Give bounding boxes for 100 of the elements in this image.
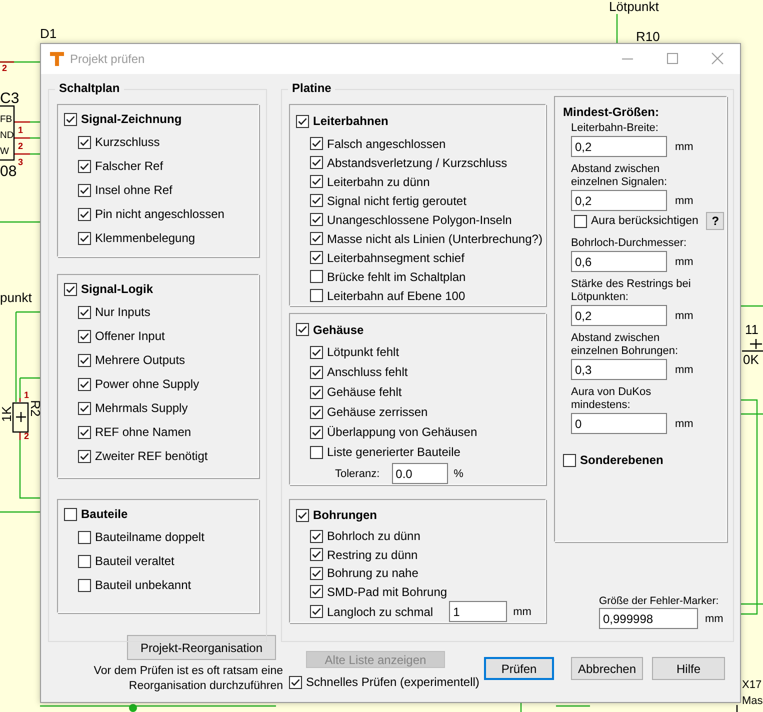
checkbox[interactable] [310, 213, 323, 226]
schematic-label: Mas [742, 696, 763, 707]
checkbox[interactable] [310, 137, 323, 150]
checkbox-label: Bauteile [81, 507, 128, 521]
input-field[interactable]: 0,2 [571, 305, 667, 326]
input-field[interactable]: 0,3 [571, 359, 667, 380]
field-label: Bohrloch-Durchmesser: [571, 237, 688, 250]
checkbox[interactable] [78, 530, 91, 544]
checkbox[interactable] [310, 566, 323, 580]
checkbox[interactable] [310, 406, 323, 418]
checkbox-label: Nur Inputs [95, 305, 150, 319]
checkbox[interactable] [310, 156, 323, 169]
checkbox[interactable] [78, 554, 91, 568]
dialog-button[interactable]: Prüfen [484, 657, 554, 680]
checkbox[interactable] [310, 605, 323, 618]
schematic-label: Lötpunkt [609, 0, 659, 13]
unit-label: mm [705, 612, 724, 624]
field-label: Leiterbahn-Breite: [571, 122, 660, 135]
input-field[interactable]: 1 [449, 601, 508, 622]
input-field[interactable]: 0,6 [571, 251, 667, 272]
checkbox-label: Liste generierter Bauteile [327, 445, 460, 459]
checkbox[interactable] [78, 184, 91, 196]
group-title: Schaltplan [55, 81, 124, 95]
checkbox-label: Restring zu dünn [327, 548, 418, 562]
checkbox[interactable] [289, 676, 302, 688]
checkbox[interactable] [574, 214, 587, 228]
input-field[interactable]: 0 [571, 413, 667, 434]
checkbox[interactable] [78, 426, 91, 438]
checkbox-label: Klemmenbelegung [95, 231, 196, 245]
checkbox[interactable] [310, 366, 323, 378]
pin-number: 2 [2, 64, 8, 73]
checkbox[interactable] [296, 323, 309, 336]
dialog-button[interactable]: Abbrechen [571, 657, 643, 680]
schematic-label: D1 [40, 27, 57, 40]
checkbox-label: Abstandsverletzung / Kurzschluss [327, 156, 508, 170]
checkbox[interactable] [78, 232, 91, 244]
checkbox-label: Gehäuse zerrissen [327, 405, 428, 419]
schematic-label: 08 [0, 164, 17, 179]
dialog-button[interactable]: Hilfe [652, 657, 725, 680]
checkbox[interactable] [78, 136, 91, 148]
checkbox[interactable] [78, 160, 91, 172]
unit-label: mm [675, 310, 694, 322]
checkbox[interactable] [78, 402, 91, 414]
checkbox-label: Offener Input [95, 329, 165, 343]
checkbox[interactable] [296, 114, 309, 128]
checkbox[interactable] [563, 454, 576, 466]
checkbox[interactable] [310, 446, 323, 458]
checkbox-label: Überlappung von Gehäusen [327, 425, 478, 439]
schematic-label: 11 [745, 323, 758, 336]
unit-label: mm [675, 256, 694, 268]
input-field[interactable]: 0,2 [571, 190, 667, 211]
checkbox[interactable] [310, 426, 323, 438]
checkbox[interactable] [310, 270, 323, 283]
checkbox[interactable] [310, 530, 323, 543]
input-field[interactable]: 0.0 [392, 463, 448, 484]
input-field[interactable]: 0,2 [571, 136, 667, 157]
checkbox[interactable] [78, 208, 91, 220]
checkbox[interactable] [78, 330, 91, 342]
reorganize-button[interactable]: Projekt-Reorganisation [127, 635, 276, 660]
checkbox[interactable] [310, 194, 323, 207]
checkbox[interactable] [78, 378, 91, 390]
checkbox-label: Signal-Logik [81, 282, 153, 296]
checkbox-label: Aura berücksichtigen [591, 215, 698, 227]
checkbox-label: Mehrmals Supply [95, 401, 188, 415]
checkbox-label: Signal-Zeichnung [81, 112, 182, 126]
checkbox[interactable] [310, 289, 323, 302]
checkbox[interactable] [78, 450, 91, 462]
checkbox-label: Leiterbahnsegment schief [327, 250, 464, 264]
pin-number: 3 [18, 158, 24, 167]
checkbox[interactable] [310, 585, 323, 598]
checkbox-label: Insel ohne Ref [95, 183, 172, 197]
checkbox-label: Bauteilname doppelt [95, 530, 204, 544]
checkbox[interactable] [310, 346, 323, 358]
checkbox-label: Bohrung zu nahe [327, 566, 418, 580]
input-field[interactable]: 0,999998 [599, 608, 698, 629]
group-title: Platine [288, 81, 336, 95]
checkbox[interactable] [310, 232, 323, 245]
field-label: Abstand zwischen einzelnen Signalen: [571, 163, 668, 189]
help-button[interactable]: ? [706, 212, 724, 230]
checkbox-label: Lötpunkt fehlt [327, 345, 400, 359]
schematic-label: C3 [0, 91, 20, 106]
pin-number: 1 [18, 126, 24, 135]
hint-text: Vor dem Prüfen ist es oft ratsam eine Reorganisation durchzuführen [92, 664, 283, 694]
checkbox[interactable] [310, 251, 323, 264]
checkbox[interactable] [296, 508, 309, 522]
checkbox-label: Bauteil unbekannt [95, 578, 192, 592]
checkbox[interactable] [78, 578, 91, 592]
checkbox[interactable] [310, 175, 323, 188]
checkbox[interactable] [64, 508, 77, 520]
checkbox-label: Kurzschluss [95, 135, 160, 149]
checkbox[interactable] [78, 306, 91, 318]
checkbox-label: Signal nicht fertig geroutet [327, 194, 466, 208]
checkbox-label: Pin nicht angeschlossen [95, 207, 224, 221]
checkbox[interactable] [78, 354, 91, 366]
checkbox[interactable] [64, 282, 77, 296]
checkbox[interactable] [310, 386, 323, 398]
group-title: Mindest-Größen: [563, 105, 660, 119]
checkbox[interactable] [310, 548, 323, 562]
checkbox[interactable] [64, 112, 77, 126]
field-label: Abstand zwischen einzelnen Bohrungen: [571, 332, 680, 358]
